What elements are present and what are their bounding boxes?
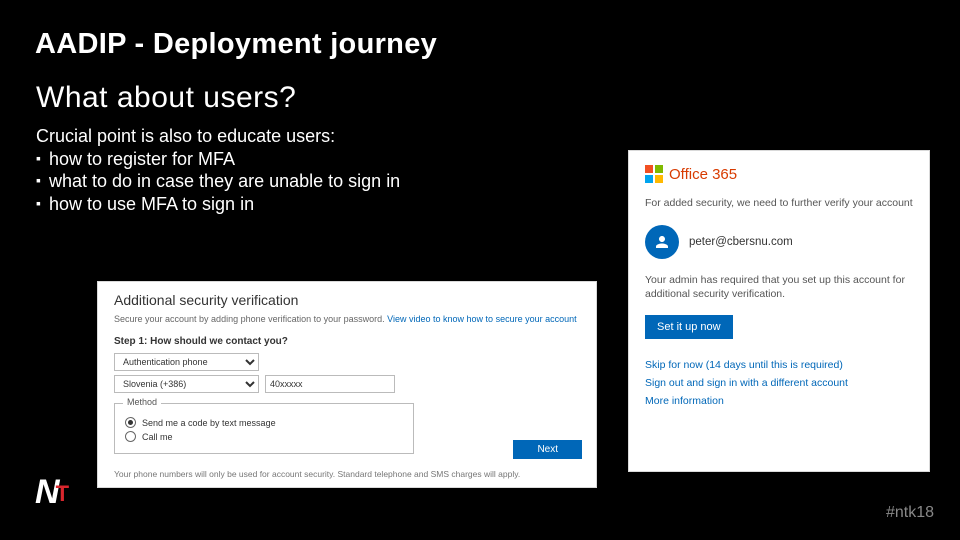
next-button[interactable]: Next [513, 440, 582, 459]
more-information-link[interactable]: More information [645, 395, 913, 407]
radio-sms[interactable] [125, 417, 136, 428]
country-code-select[interactable]: Slovenia (+386) [114, 375, 259, 393]
office365-logo: Office 365 [645, 165, 913, 183]
screenshot-security-verification: Additional security verification Secure … [97, 281, 597, 488]
phone-footnote: Your phone numbers will only be used for… [114, 469, 520, 479]
ntk-logo: N T [35, 473, 73, 512]
sub-heading: What about users? [0, 61, 960, 115]
skip-for-now-link[interactable]: Skip for now (14 days until this is requ… [645, 359, 913, 371]
office-grid-icon [645, 165, 663, 183]
asv-video-link[interactable]: View video to know how to secure your ac… [387, 314, 576, 324]
slide-title: AADIP - Deployment journey [0, 0, 960, 61]
asv-desc-text: Secure your account by adding phone veri… [114, 314, 387, 324]
sign-out-link[interactable]: Sign out and sign in with a different ac… [645, 377, 913, 389]
screenshot-o365-mfa-prompt: Office 365 For added security, we need t… [628, 150, 930, 472]
admin-required-message: Your admin has required that you set up … [645, 273, 913, 301]
ntk-logo-t: T [56, 481, 69, 507]
radio-call[interactable] [125, 431, 136, 442]
radio-sms-label: Send me a code by text message [142, 418, 276, 428]
radio-call-label: Call me [142, 432, 173, 442]
hashtag-footer: #ntk18 [886, 504, 934, 522]
method-legend: Method [123, 397, 161, 407]
user-avatar-icon [645, 225, 679, 259]
method-fieldset: Method Send me a code by text message Ca… [114, 403, 414, 454]
user-email: peter@cbersnu.com [689, 236, 793, 248]
asv-title: Additional security verification [114, 292, 580, 308]
intro-line: Crucial point is also to educate users: [36, 125, 960, 148]
step-1-label: Step 1: How should we contact you? [114, 336, 580, 347]
contact-method-select[interactable]: Authentication phone [114, 353, 259, 371]
asv-description: Secure your account by adding phone veri… [114, 314, 580, 324]
phone-number-input[interactable] [265, 375, 395, 393]
security-message: For added security, we need to further v… [645, 197, 913, 209]
set-it-up-now-button[interactable]: Set it up now [645, 315, 733, 339]
office365-logo-text: Office 365 [669, 166, 737, 183]
